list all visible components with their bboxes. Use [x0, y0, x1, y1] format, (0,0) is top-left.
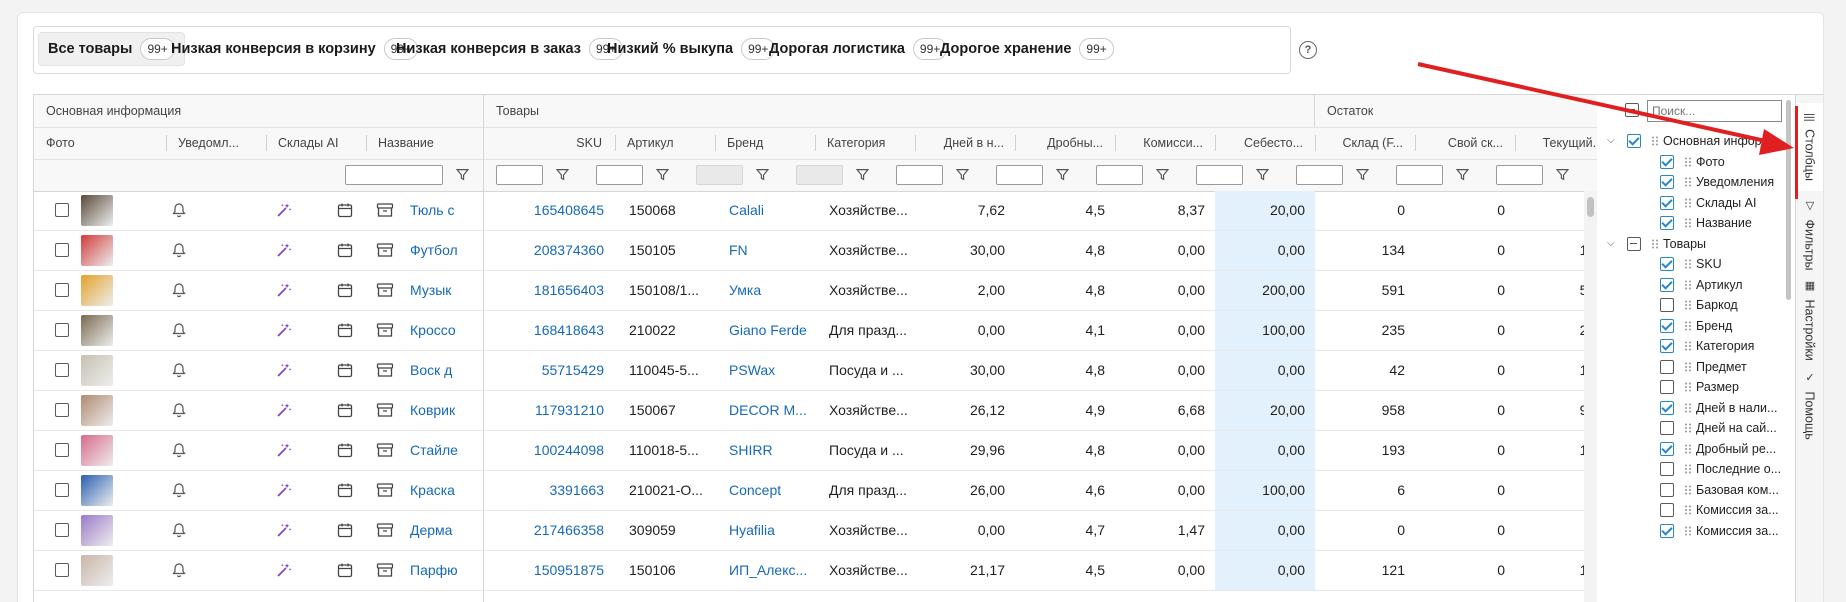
annotation-arrow	[1417, 62, 1794, 155]
